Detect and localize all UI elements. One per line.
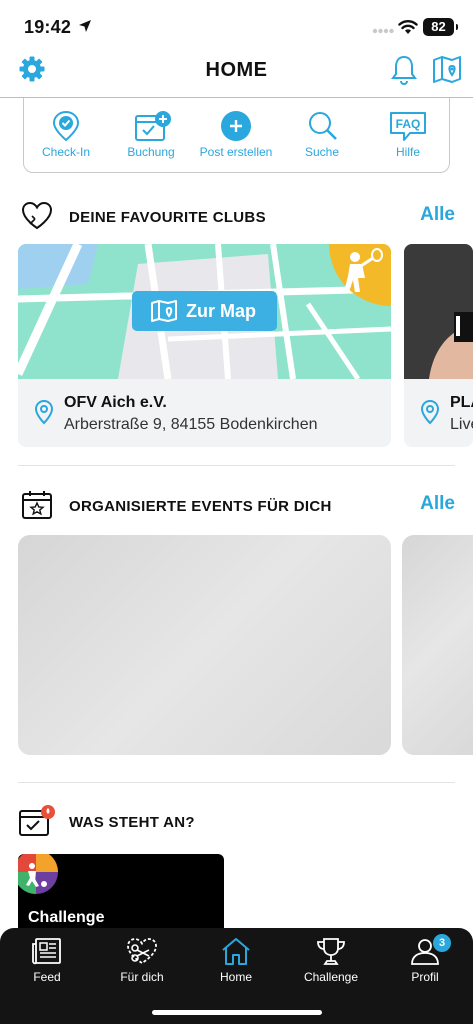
create-post-button[interactable]: Post erstellen bbox=[194, 110, 278, 159]
check-in-label: Check-In bbox=[41, 145, 91, 159]
help-label: Hilfe bbox=[395, 145, 420, 159]
heart-icon bbox=[21, 201, 53, 230]
club-name: OFV Aich e.V. bbox=[64, 394, 167, 411]
location-pin-icon bbox=[420, 399, 440, 425]
challenge-card-label: Challenge bbox=[28, 909, 105, 926]
club-info: OFV Aich e.V. Arberstraße 9, 84155 Boden… bbox=[18, 379, 391, 447]
club-name: PLA bbox=[450, 394, 473, 411]
tab-profil-label: Profil bbox=[411, 970, 439, 984]
tab-challenge-label: Challenge bbox=[303, 970, 359, 984]
favourites-all-link[interactable]: Alle bbox=[420, 204, 455, 226]
club-info: PLA Live bbox=[404, 379, 473, 447]
svg-text:FAQ: FAQ bbox=[396, 117, 421, 131]
tab-feed[interactable]: Feed bbox=[7, 936, 87, 984]
search-icon bbox=[309, 112, 337, 140]
club-card[interactable]: PLA Live bbox=[404, 244, 473, 447]
plus-circle-icon bbox=[221, 111, 251, 141]
status-bar: 19:42 82 bbox=[0, 0, 473, 52]
challenge-sport-icon bbox=[18, 854, 58, 894]
booking-label: Buchung bbox=[127, 145, 175, 159]
favourites-header: DEINE FAVOURITE CLUBS Alle bbox=[0, 200, 473, 236]
faq-bubble-icon: FAQ bbox=[390, 112, 426, 141]
club-card[interactable]: Zur Map OFV Aich e.V. Arberstraße 9, 841… bbox=[18, 244, 391, 447]
event-card-placeholder[interactable] bbox=[402, 535, 473, 755]
check-in-button[interactable]: Check-In bbox=[24, 110, 108, 159]
help-button[interactable]: FAQ Hilfe bbox=[366, 110, 450, 159]
check-in-pin-icon bbox=[52, 110, 80, 142]
tennis-player-icon bbox=[344, 248, 383, 292]
home-indicator bbox=[152, 1010, 322, 1015]
bell-icon[interactable] bbox=[390, 54, 418, 86]
club-address: Arberstraße 9, 84155 Bodenkirchen bbox=[64, 416, 318, 433]
booking-calendar-icon bbox=[135, 111, 171, 141]
zur-map-button[interactable]: Zur Map bbox=[132, 291, 277, 331]
tab-profil[interactable]: 3 Profil bbox=[385, 934, 465, 984]
favourites-title: DEINE FAVOURITE CLUBS bbox=[69, 209, 266, 226]
map-icon bbox=[151, 300, 177, 322]
location-arrow-icon bbox=[79, 20, 91, 32]
tab-home[interactable]: Home bbox=[196, 936, 276, 984]
event-card-placeholder[interactable] bbox=[18, 535, 391, 755]
quick-actions-bar: Check-In Buchung Post erstellen Suche FA… bbox=[23, 98, 450, 173]
divider bbox=[18, 782, 455, 783]
zur-map-label: Zur Map bbox=[186, 301, 256, 321]
search-label: Suche bbox=[304, 145, 340, 159]
events-title: ORGANISIERTE EVENTS FÜR DICH bbox=[69, 498, 332, 515]
divider bbox=[18, 465, 455, 466]
booking-button[interactable]: Buchung bbox=[109, 110, 193, 159]
heart-scissors-icon bbox=[127, 938, 157, 965]
tab-fuer-dich[interactable]: Für dich bbox=[102, 936, 182, 984]
events-header: ORGANISIERTE EVENTS FÜR DICH Alle bbox=[0, 489, 473, 525]
tab-fuer-dich-label: Für dich bbox=[120, 970, 164, 984]
newspaper-icon bbox=[32, 938, 61, 965]
status-time: 19:42 bbox=[24, 17, 72, 37]
tab-home-label: Home bbox=[219, 970, 252, 984]
map-pin-icon[interactable] bbox=[432, 54, 462, 84]
tab-challenge[interactable]: Challenge bbox=[291, 936, 371, 984]
wifi-icon bbox=[398, 20, 418, 34]
home-icon bbox=[222, 938, 250, 965]
location-pin-icon bbox=[34, 399, 54, 425]
trophy-icon bbox=[317, 938, 345, 965]
battery-indicator: 82 bbox=[423, 18, 458, 36]
events-all-link[interactable]: Alle bbox=[420, 493, 455, 515]
app-header: HOME bbox=[0, 48, 473, 98]
upcoming-title: WAS STEHT AN? bbox=[69, 814, 195, 831]
signal-icon bbox=[372, 28, 394, 34]
event-calendar-icon bbox=[22, 491, 52, 519]
search-button[interactable]: Suche bbox=[280, 110, 364, 159]
calendar-alert-icon bbox=[19, 805, 55, 836]
create-post-label: Post erstellen bbox=[199, 145, 273, 159]
club-photo-image bbox=[404, 244, 473, 379]
upcoming-header: WAS STEHT AN? bbox=[0, 804, 473, 840]
notification-badge: 3 bbox=[433, 934, 451, 952]
club-address: Live bbox=[450, 416, 473, 433]
tab-feed-label: Feed bbox=[33, 970, 61, 984]
